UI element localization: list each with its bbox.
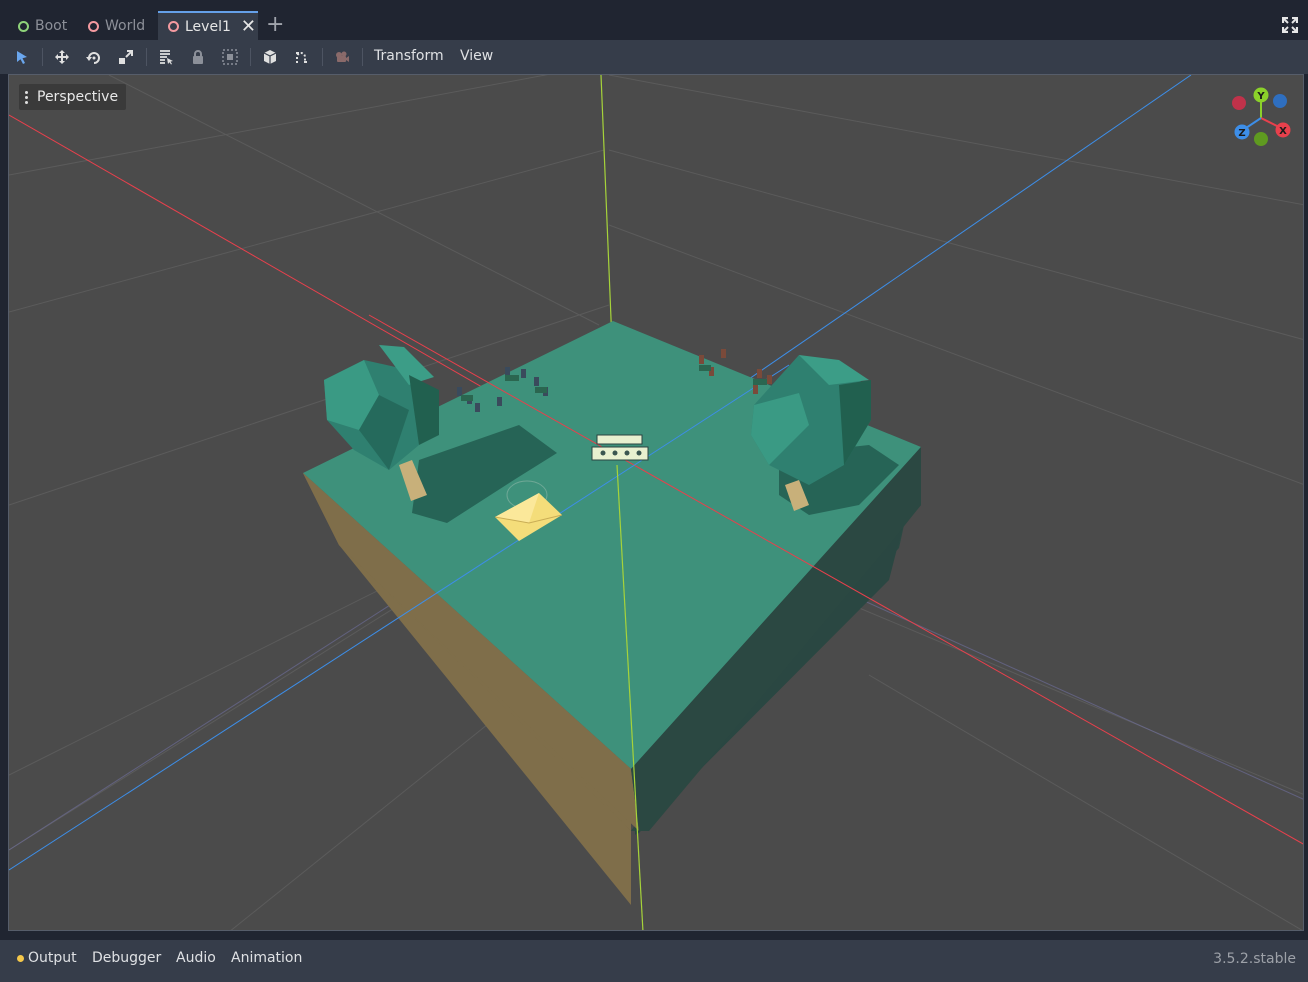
tab-label: World [105,18,146,34]
camera-preview-icon[interactable] [330,46,354,68]
toolbar-separator [42,48,43,66]
scene-ring-icon [168,21,179,32]
output-status-dot-icon [17,955,24,962]
scene-ring-icon [88,20,99,32]
debugger-tab[interactable]: Debugger [92,950,161,966]
tab-boot[interactable]: Boot [8,12,78,40]
close-icon[interactable]: ✕ [241,16,256,37]
orientation-gizmo[interactable]: Y X Z [1227,85,1297,151]
animation-tab[interactable]: Animation [231,950,302,966]
lock-icon[interactable] [186,46,210,68]
perspective-label: Perspective [37,89,119,105]
local-space-icon[interactable] [258,46,282,68]
fullscreen-icon[interactable] [1281,16,1299,37]
scene-render [9,75,1303,930]
group-icon[interactable] [218,46,242,68]
z-axis-label: Z [1238,128,1245,139]
tab-level1[interactable]: Level1 ✕ [158,11,258,40]
rotate-tool-icon[interactable] [82,46,106,68]
version-label: 3.5.2.stable [1213,951,1296,967]
view-menu[interactable]: View [460,48,493,64]
select-tool-icon[interactable] [10,46,34,68]
neg-x-axis-dot[interactable] [1232,96,1246,110]
toolbar-separator [146,48,147,66]
tab-label: Level1 [185,18,231,35]
toolbar-separator [322,48,323,66]
viewport-toolbar: Transform View [0,40,1308,74]
add-tab-icon[interactable]: + [266,12,284,37]
y-axis-label: Y [1256,91,1265,102]
kebab-menu-icon [25,90,28,105]
output-tab[interactable]: Output [28,950,77,966]
move-tool-icon[interactable] [50,46,74,68]
perspective-menu-button[interactable]: Perspective [19,84,127,110]
scene-tab-bar: Boot World Level1 ✕ + [0,0,1308,40]
audio-tab[interactable]: Audio [176,950,216,966]
transform-menu[interactable]: Transform [374,48,444,64]
scale-tool-icon[interactable] [114,46,138,68]
snap-icon[interactable] [290,46,314,68]
x-axis-label: X [1279,126,1287,137]
toolbar-separator [250,48,251,66]
3d-viewport[interactable]: Perspective Y X Z [8,74,1304,931]
bottom-panel-bar: Output Debugger Audio Animation 3.5.2.st… [0,940,1308,982]
neg-z-axis-dot[interactable] [1273,94,1287,108]
list-select-icon[interactable] [154,46,178,68]
scene-ring-icon [18,20,29,32]
tab-world[interactable]: World [78,12,158,40]
toolbar-separator [362,48,363,66]
tab-label: Boot [35,18,68,34]
neg-y-axis-dot[interactable] [1254,132,1268,146]
